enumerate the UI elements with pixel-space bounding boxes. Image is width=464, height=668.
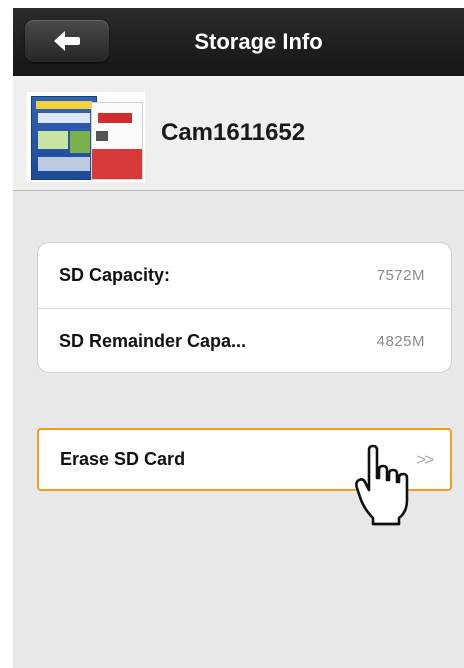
sd-remainder-label: SD Remainder Capa... <box>59 330 247 351</box>
app-screen: Storage Info Cam1611652 SD Capacity: 757… <box>13 8 464 668</box>
sd-capacity-row: SD Capacity: 7572M <box>38 243 451 308</box>
camera-name: Cam1611652 <box>161 119 306 146</box>
sd-capacity-label: SD Capacity: <box>59 265 171 285</box>
camera-header: Cam1611652 <box>13 76 464 191</box>
sd-remainder-value: 4825M <box>376 332 425 350</box>
back-arrow-icon <box>54 31 80 51</box>
product-box-icon <box>31 96 97 180</box>
sd-remainder-row: SD Remainder Capa... 4825M <box>38 308 451 372</box>
product-box-icon <box>91 102 143 180</box>
back-button[interactable] <box>25 20 109 62</box>
storage-info-group: SD Capacity: 7572M SD Remainder Capa... … <box>37 242 452 373</box>
navigation-bar: Storage Info <box>13 8 464 76</box>
camera-thumbnail <box>27 92 145 182</box>
pointer-hand-icon <box>355 444 409 526</box>
sd-capacity-value: 7572M <box>376 267 425 284</box>
